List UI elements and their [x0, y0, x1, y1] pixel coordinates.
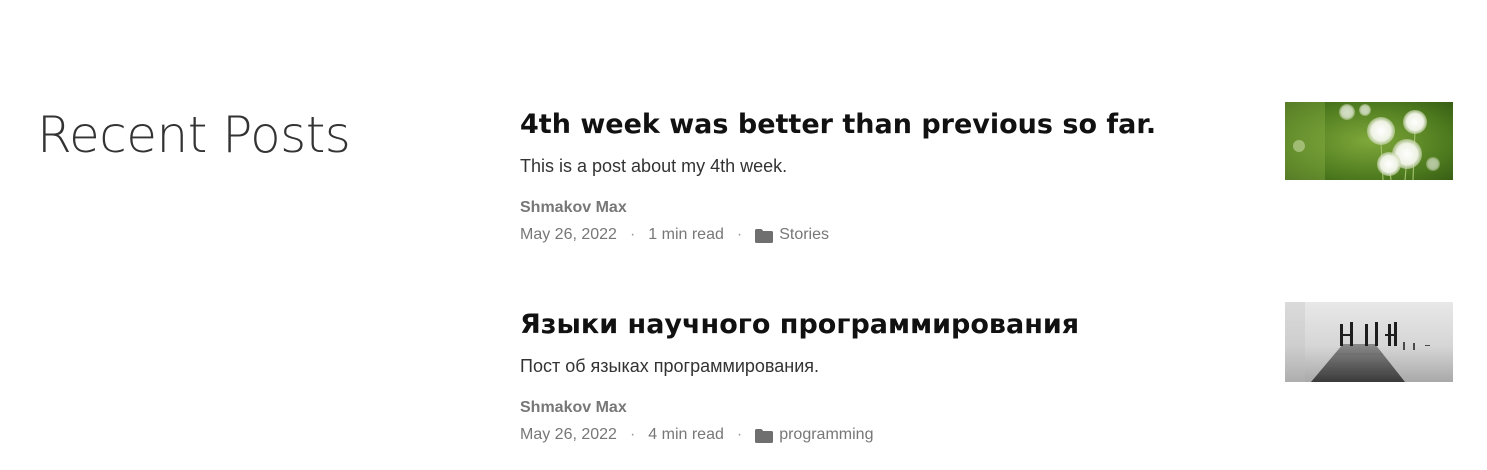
post-category-link[interactable]: programming [779, 424, 873, 446]
section-title: Recent Posts [37, 106, 351, 164]
meta-separator: · [629, 226, 636, 243]
meta-separator: · [736, 226, 743, 243]
folder-icon [755, 228, 774, 243]
post-read-time: 1 min read [648, 226, 724, 243]
folder-icon [755, 428, 774, 443]
post-excerpt: This is a post about my 4th week. [520, 156, 788, 176]
meta-separator: · [629, 426, 636, 443]
post-excerpt: Пост об языках программирования. [520, 356, 820, 376]
post-date: May 26, 2022 [520, 426, 617, 443]
post-title-link[interactable]: 4th week was better than previous so far… [520, 107, 1156, 143]
post-thumbnail[interactable] [1285, 302, 1453, 382]
post-meta: May 26, 2022 · 4 min read · programming [520, 424, 873, 446]
post-read-time: 4 min read [648, 426, 724, 443]
meta-separator: · [736, 426, 743, 443]
post-title-link[interactable]: Языки научного программирования [520, 307, 1079, 343]
post-thumbnail[interactable] [1285, 102, 1453, 180]
post-date: May 26, 2022 [520, 226, 617, 243]
post-category-link[interactable]: Stories [779, 224, 829, 246]
post-meta: May 26, 2022 · 1 min read · Stories [520, 224, 829, 246]
post-author-link[interactable]: Shmakov Max [520, 398, 627, 418]
post-author-link[interactable]: Shmakov Max [520, 198, 627, 218]
